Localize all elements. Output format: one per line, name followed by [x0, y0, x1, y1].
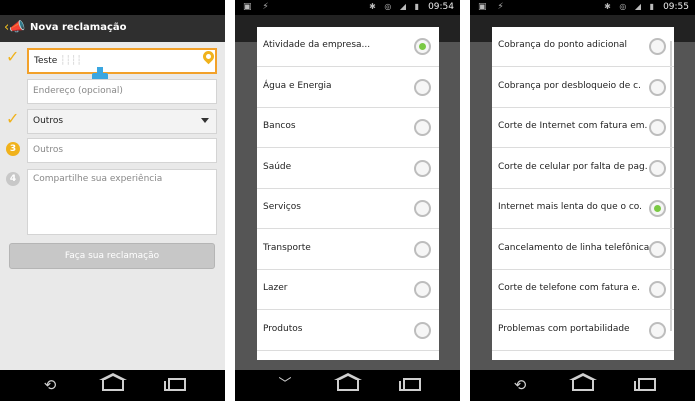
category-selected-value: Outros: [33, 116, 64, 126]
option-label: Corte de Internet com fatura em.: [498, 121, 648, 131]
radio-icon[interactable]: [649, 78, 666, 96]
home-icon[interactable]: [337, 379, 359, 391]
notification-icons: ▣ ⚡: [478, 2, 508, 12]
experience-textarea[interactable]: Compartilhe sua experiência: [27, 169, 217, 235]
option-row[interactable]: Cobrança por desbloqueio de c.: [492, 68, 674, 108]
back-icon[interactable]: ⟲: [37, 376, 63, 394]
option-row[interactable]: Água e Energia: [257, 68, 439, 108]
option-label: Cobrança do ponto adicional: [498, 40, 628, 50]
text-cursor-icon: ┆┆┆┆: [57, 56, 82, 66]
option-row[interactable]: Corte de telefone com fatura e.: [492, 270, 674, 310]
phone-screen-categories: ▣ ⚡ ✱ ◎ ◢ ▮ 09:54 Atividade da empresa..…: [235, 0, 460, 401]
status-time: 09:54: [428, 2, 454, 12]
app-bar: ‹📣 Nova reclamação: [0, 15, 225, 42]
hide-keyboard-icon[interactable]: ﹀: [272, 376, 298, 394]
phone-screen-subcategories: ▣ ⚡ ✱ ◎ ◢ ▮ 09:55 Cobrança do ponto adic…: [470, 0, 695, 401]
option-row[interactable]: Serviços: [257, 189, 439, 229]
notification-icons: ▣ ⚡: [243, 2, 273, 12]
radio-icon[interactable]: [414, 240, 431, 258]
category-dialog: Atividade da empresa... Água e Energia Ban…: [257, 27, 439, 360]
option-label: Internet mais lenta do que o co.: [498, 202, 642, 212]
dropdown-arrow-icon: [201, 118, 209, 123]
radio-icon[interactable]: [649, 281, 666, 298]
radio-icon[interactable]: [649, 38, 666, 55]
option-label: Água e Energia: [263, 80, 332, 91]
option-label: Produtos: [263, 323, 303, 334]
option-row[interactable]: Cancelamento de linha telefônica: [492, 230, 674, 270]
status-time: 09:55: [663, 2, 689, 12]
radio-icon[interactable]: [414, 281, 431, 298]
step1-check-icon: ✓: [6, 47, 20, 66]
recent-apps-icon[interactable]: [638, 378, 656, 391]
step4-badge: 4: [6, 172, 20, 186]
status-bar: ▣ ⚡ ✱ ◎ ◢ ▮ 09:54: [235, 0, 460, 15]
signal-battery-icons: ✱ ◎ ◢ ▮: [369, 2, 422, 11]
option-row[interactable]: Corte de celular por falta de pag.: [492, 149, 674, 189]
subcategory-dialog: Cobrança do ponto adicional Cobrança por …: [492, 27, 674, 360]
radio-icon[interactable]: [414, 78, 431, 96]
option-label: Saúde: [263, 161, 292, 172]
name-value: Teste: [34, 56, 58, 66]
address-field[interactable]: Endereço (opcional): [27, 79, 217, 104]
phone-screen-form: ‹📣 Nova reclamação ✓ Teste ┆┆┆┆ Endereço…: [0, 0, 225, 401]
option-row[interactable]: Produtos: [257, 311, 439, 351]
recent-apps-icon[interactable]: [403, 378, 421, 391]
option-row[interactable]: Cobrança do ponto adicional: [492, 27, 674, 67]
back-megaphone-icon[interactable]: ‹📣: [4, 20, 25, 36]
option-row[interactable]: Lazer: [257, 270, 439, 310]
radio-icon[interactable]: [414, 321, 431, 339]
option-label: Atividade da empresa...: [263, 40, 371, 50]
option-row[interactable]: Corte de Internet com fatura em.: [492, 108, 674, 148]
other-field[interactable]: Outros: [27, 138, 217, 163]
submit-complaint-button[interactable]: Faça sua reclamação: [9, 243, 215, 269]
category-dialog-screen: Atividade da empresa... Água e Energia Ban…: [235, 15, 460, 370]
radio-icon[interactable]: [649, 119, 666, 136]
location-pin-dot: [206, 54, 211, 59]
radio-icon[interactable]: [649, 159, 666, 177]
option-label: Corte de celular por falta de pag.: [498, 161, 648, 172]
nav-bar: ﹀: [235, 370, 460, 401]
status-bar: [0, 0, 225, 15]
option-row[interactable]: Problemas com portabilidade: [492, 311, 674, 351]
option-row[interactable]: Internet mais lenta do que o co.: [492, 189, 674, 229]
option-label: Cobrança por desbloqueio de c.: [498, 80, 641, 91]
nav-bar: ⟲: [0, 370, 225, 401]
home-icon[interactable]: [102, 379, 124, 391]
option-label: Bancos: [263, 121, 296, 131]
option-label: Serviços: [263, 202, 301, 212]
signal-battery-icons: ✱ ◎ ◢ ▮: [604, 2, 657, 11]
radio-icon[interactable]: [649, 240, 666, 258]
option-row[interactable]: Transporte: [257, 230, 439, 270]
recent-apps-icon[interactable]: [168, 378, 186, 391]
radio-selected-icon[interactable]: [649, 200, 666, 217]
option-label: Transporte: [263, 242, 311, 253]
nav-bar: ⟲: [470, 370, 695, 401]
radio-icon[interactable]: [649, 321, 666, 339]
subcategory-dialog-screen: Cobrança do ponto adicional Cobrança por …: [470, 15, 695, 370]
step3-badge: 3: [6, 142, 20, 156]
radio-icon[interactable]: [414, 159, 431, 177]
radio-icon[interactable]: [414, 200, 431, 217]
page-title: Nova reclamação: [30, 22, 127, 33]
back-icon[interactable]: ⟲: [507, 376, 533, 394]
option-row[interactable]: Saúde: [257, 149, 439, 189]
option-row[interactable]: Atividade da empresa...: [257, 27, 439, 67]
option-row[interactable]: Bancos: [257, 108, 439, 148]
complaint-form-screen: ‹📣 Nova reclamação ✓ Teste ┆┆┆┆ Endereço…: [0, 15, 225, 370]
option-label: Cancelamento de linha telefônica: [498, 242, 650, 253]
radio-icon[interactable]: [414, 119, 431, 136]
option-label: Corte de telefone com fatura e.: [498, 283, 640, 293]
home-icon[interactable]: [572, 379, 594, 391]
radio-selected-icon[interactable]: [414, 38, 431, 55]
option-label: Problemas com portabilidade: [498, 323, 630, 334]
name-field[interactable]: Teste ┆┆┆┆: [27, 48, 217, 74]
option-label: Lazer: [263, 283, 288, 293]
category-select[interactable]: Outros: [27, 109, 217, 134]
step2-check-icon: ✓: [6, 109, 20, 128]
status-bar: ▣ ⚡ ✱ ◎ ◢ ▮ 09:55: [470, 0, 695, 15]
